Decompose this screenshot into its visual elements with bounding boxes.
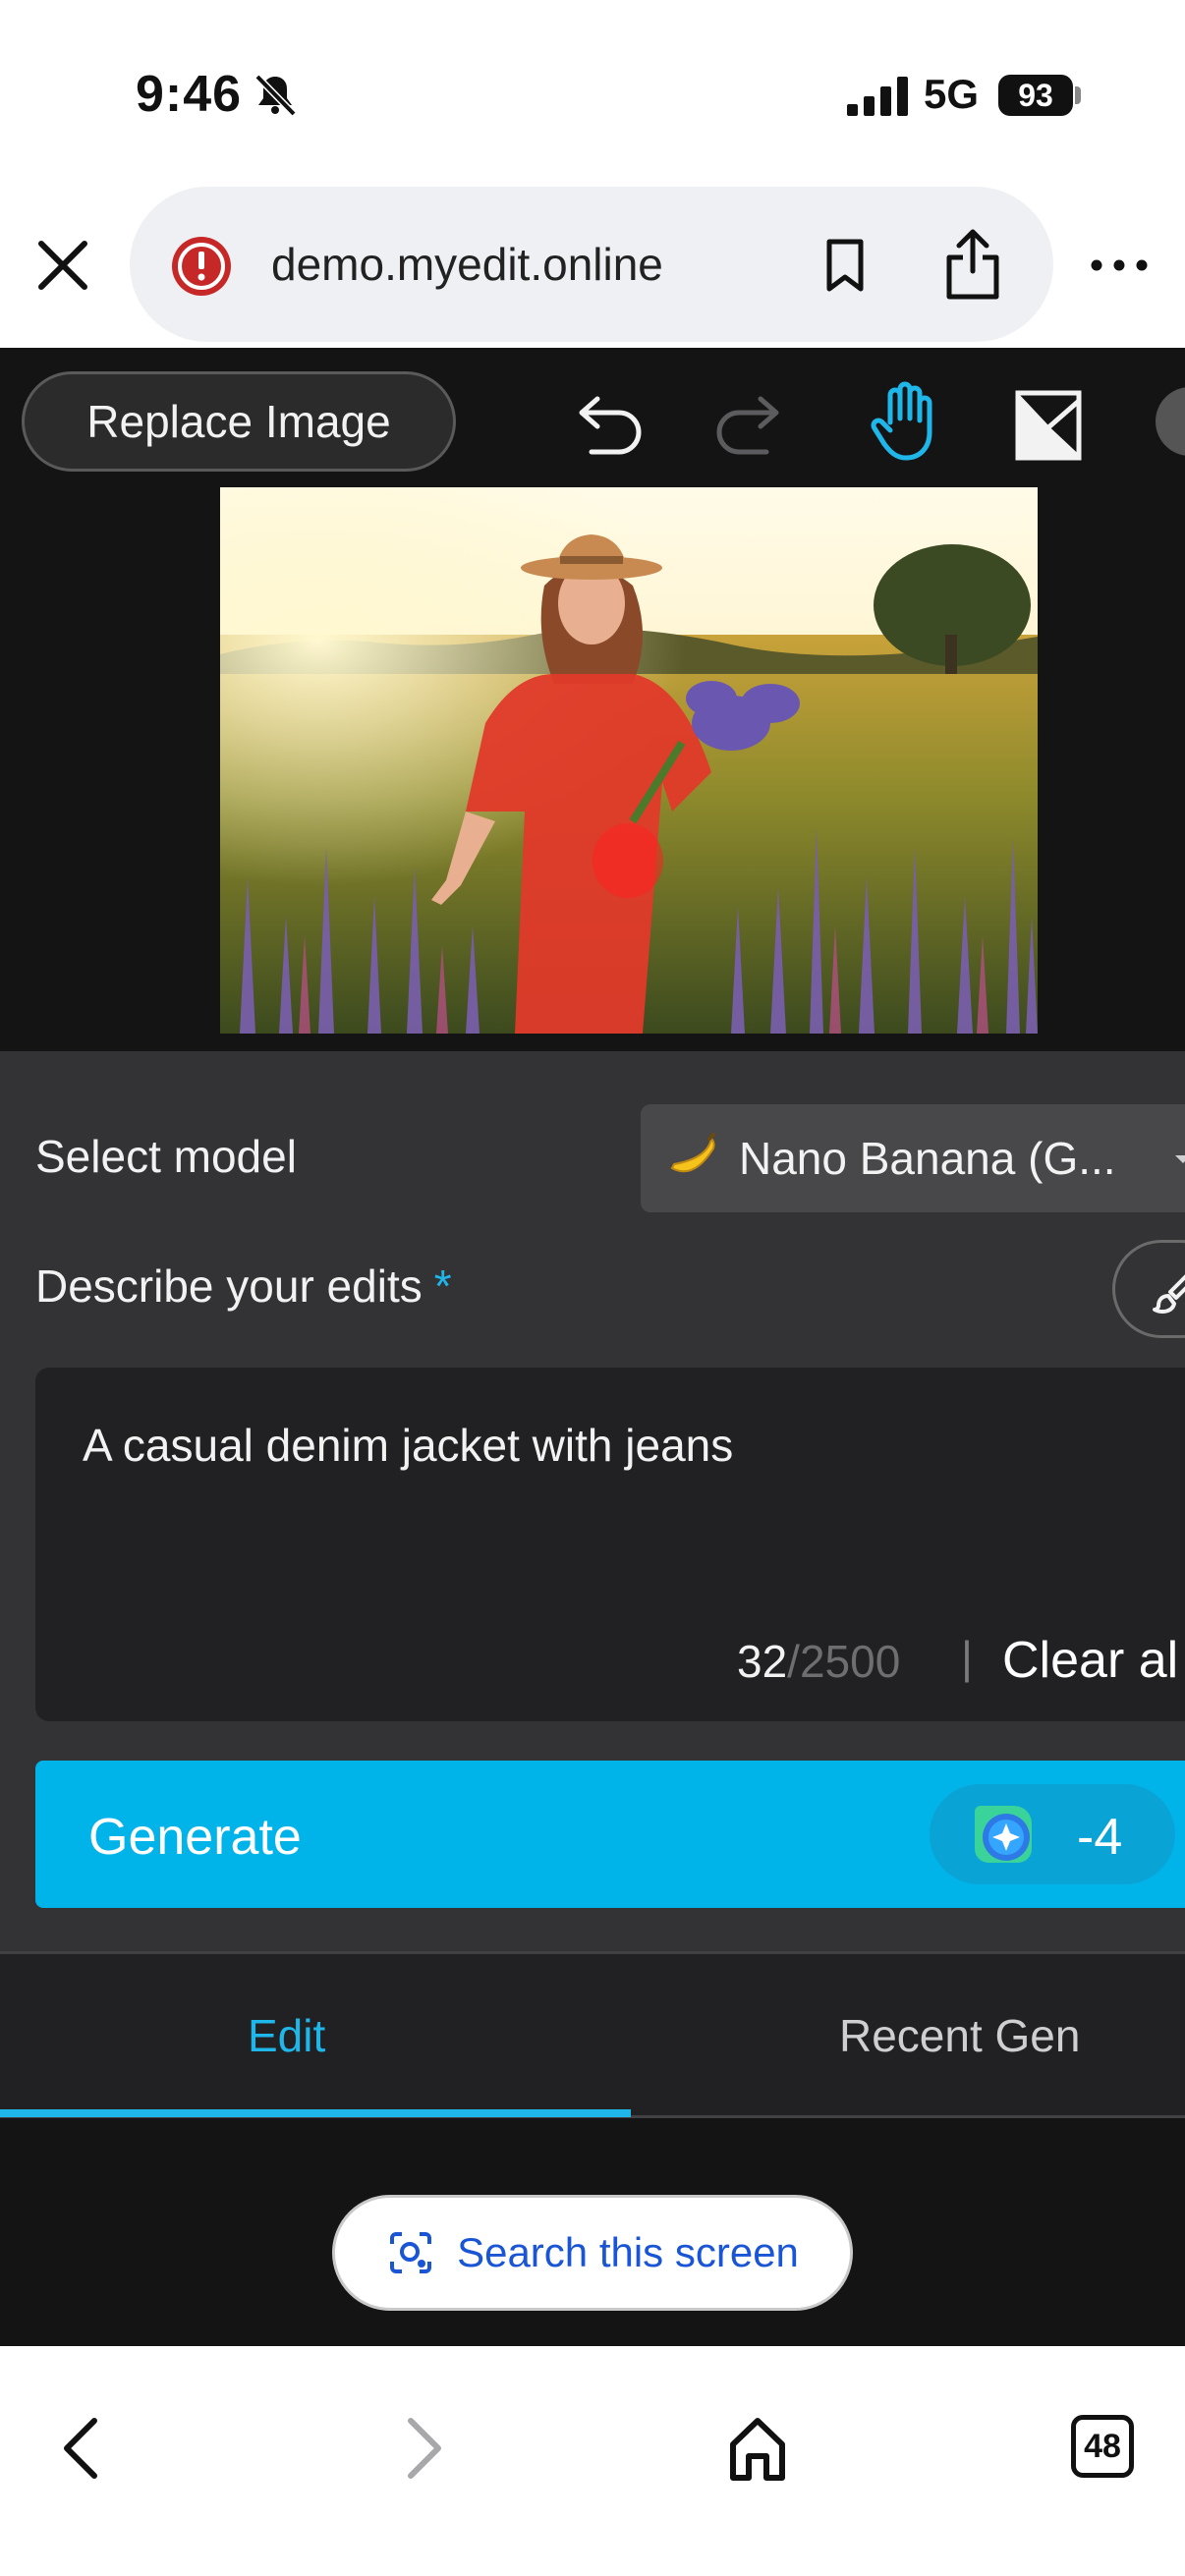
char-max: /2500 [787, 1636, 901, 1687]
bottom-tabs: Edit Recent Gen [0, 1951, 1185, 2118]
erase-mask-icon[interactable] [1008, 383, 1093, 468]
back-icon[interactable] [49, 2411, 118, 2486]
editor-canvas: Replace Image [0, 348, 1185, 1051]
bookmark-icon[interactable] [818, 236, 873, 295]
search-this-screen-label: Search this screen [457, 2229, 799, 2275]
browser-url-row: demo.myedit.online [0, 187, 1185, 348]
browser-bottom-nav: 48 [0, 2346, 1185, 2576]
char-count: 32 [737, 1636, 788, 1687]
credit-value: -4 [1077, 1809, 1123, 1866]
forward-icon[interactable] [387, 2411, 456, 2486]
photo-woman-in-lupine-field [220, 487, 1038, 1034]
tabs-count-button[interactable]: 48 [1071, 2415, 1134, 2478]
search-this-screen-button[interactable]: Search this screen [332, 2195, 853, 2311]
status-time: 9:46 [136, 66, 243, 123]
more-options-icon[interactable] [1089, 244, 1150, 287]
battery-indicator: 93 [998, 75, 1073, 116]
generate-button[interactable]: Generate -4 [35, 1761, 1185, 1908]
prompt-textarea[interactable]: A casual denim jacket with jeans 32/2500… [35, 1368, 1185, 1721]
chevron-down-icon [1175, 1155, 1185, 1163]
signal-icon [847, 77, 908, 116]
security-warning-icon[interactable] [169, 234, 234, 299]
banana-icon [670, 1133, 715, 1173]
more-tools-button[interactable] [1156, 387, 1185, 456]
tab-edit[interactable]: Edit [248, 2009, 325, 2062]
clear-all-button[interactable]: Clear al [1002, 1631, 1178, 1690]
active-tab-indicator [0, 2109, 631, 2117]
model-value: Nano Banana (G... [739, 1133, 1116, 1184]
battery-tip [1075, 86, 1081, 104]
replace-image-button[interactable]: Replace Image [22, 371, 456, 472]
network-label: 5G [924, 71, 980, 117]
tab-recent-gen[interactable]: Recent Gen [839, 2009, 1080, 2062]
brush-button[interactable] [1112, 1240, 1185, 1338]
model-dropdown[interactable]: Nano Banana (G... [641, 1104, 1185, 1212]
close-icon[interactable] [31, 234, 94, 297]
character-counter: 32/2500 [737, 1635, 900, 1688]
share-icon[interactable] [941, 226, 1004, 301]
home-icon[interactable] [723, 2411, 792, 2486]
generate-label: Generate [88, 1809, 302, 1866]
address-bar[interactable]: demo.myedit.online [130, 187, 1053, 342]
required-mark: * [433, 1260, 452, 1312]
counter-separator: | [961, 1632, 973, 1683]
prompt-text[interactable]: A casual denim jacket with jeans [83, 1419, 733, 1472]
lens-area: Search this screen [0, 2118, 1185, 2346]
describe-edits-label: Describe your edits * [35, 1260, 452, 1313]
select-model-label: Select model [35, 1131, 297, 1182]
status-bar: 9:46 5G 93 [0, 0, 1185, 187]
credit-cost-badge: -4 [930, 1784, 1175, 1884]
describe-label-text: Describe your edits [35, 1260, 423, 1312]
edit-settings-panel: Select model Nano Banana (G... Describe … [0, 1051, 1185, 1951]
bell-muted-icon [254, 74, 297, 117]
lens-icon [390, 2232, 432, 2273]
url-text[interactable]: demo.myedit.online [271, 238, 663, 291]
mask-brush-stroke [592, 823, 663, 898]
brush-icon [1153, 1274, 1185, 1314]
edit-photo[interactable] [220, 487, 1038, 1034]
hand-pan-icon[interactable] [861, 379, 945, 464]
undo-icon[interactable] [562, 383, 647, 468]
redo-icon[interactable] [711, 383, 796, 468]
credit-sparkle-icon [975, 1806, 1032, 1863]
